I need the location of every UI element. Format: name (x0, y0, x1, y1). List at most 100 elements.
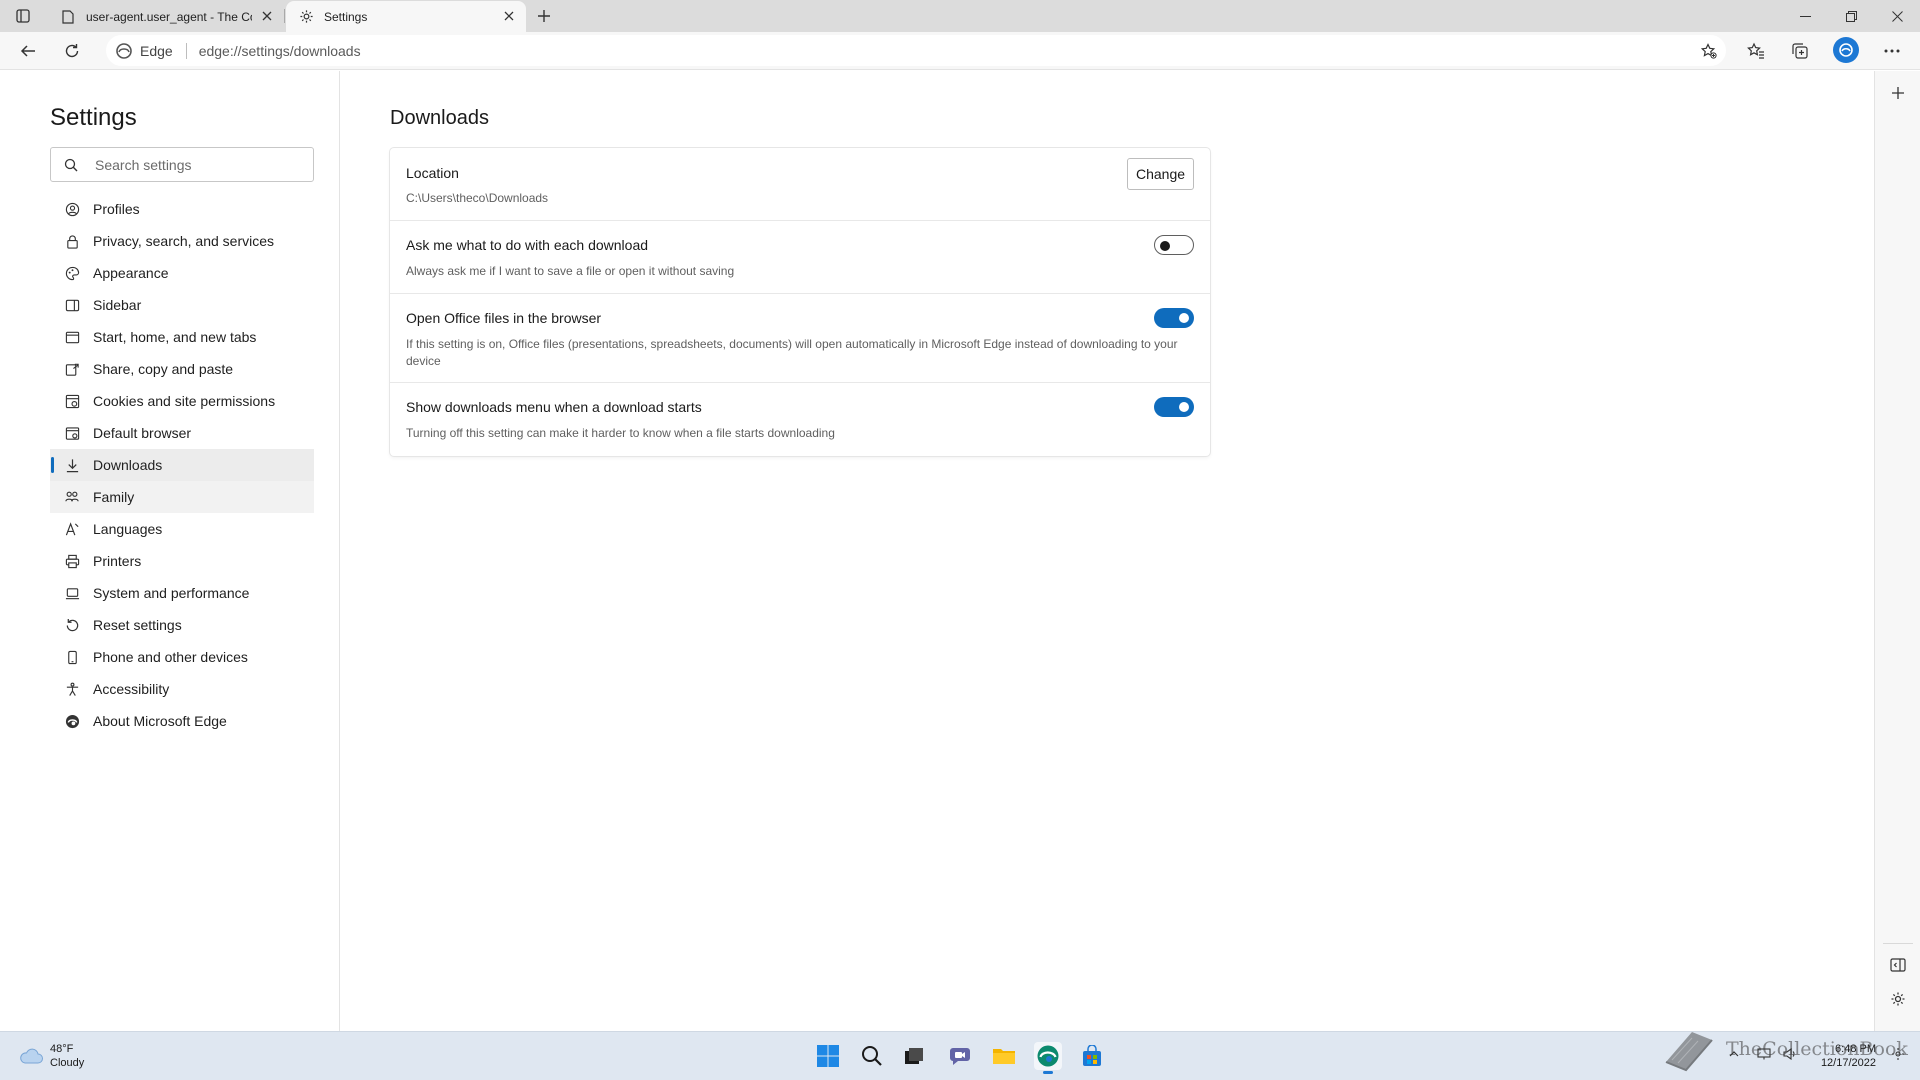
collections-button[interactable] (1789, 40, 1811, 62)
new-tab-button[interactable] (534, 6, 554, 26)
nav-item-accessibility[interactable]: Accessibility (50, 673, 314, 705)
browser-icon (64, 425, 80, 441)
family-icon (64, 489, 80, 505)
profile-avatar-button[interactable] (1833, 37, 1859, 63)
settings-nav-list: Profiles Privacy, search, and services A… (50, 193, 314, 737)
sidebar-divider (1883, 943, 1913, 944)
nav-item-appearance[interactable]: Appearance (50, 257, 314, 289)
nav-item-default-browser[interactable]: Default browser (50, 417, 314, 449)
laptop-icon (64, 585, 80, 601)
settings-title: Settings (50, 104, 137, 131)
phone-icon (64, 649, 80, 665)
nav-item-phone[interactable]: Phone and other devices (50, 641, 314, 673)
language-icon (64, 521, 80, 537)
downloads-menu-desc: Turning off this setting can make it har… (406, 426, 835, 440)
ask-download-desc: Always ask me if I want to save a file o… (406, 264, 735, 278)
profile-icon (64, 201, 80, 217)
ask-download-title: Ask me what to do with each download (406, 237, 649, 253)
nav-item-start-home[interactable]: Start, home, and new tabs (50, 321, 314, 353)
more-menu-button[interactable] (1881, 40, 1903, 62)
nav-item-languages[interactable]: Languages (50, 513, 314, 545)
tab-divider (284, 9, 285, 23)
search-icon (862, 1046, 882, 1066)
ask-download-toggle[interactable] (1154, 235, 1194, 255)
restore-button[interactable] (1828, 0, 1874, 32)
nav-item-sidebar[interactable]: Sidebar (50, 289, 314, 321)
task-view-button[interactable] (900, 1042, 928, 1070)
windows-taskbar: 48°F Cloudy 6:48 PM 12/17/2022 (0, 1031, 1920, 1080)
tab-actions-icon[interactable] (14, 7, 32, 25)
start-button[interactable] (814, 1042, 842, 1070)
chat-icon (950, 1048, 970, 1065)
sidebar-icon (64, 297, 80, 313)
watermark-text: TheCollectionBook (1726, 1038, 1908, 1060)
edge-icon (1037, 1045, 1059, 1067)
hide-sidebar-icon[interactable] (1888, 955, 1908, 975)
downloads-menu-title: Show downloads menu when a download star… (406, 399, 702, 415)
close-tab-icon[interactable] (502, 9, 516, 23)
nav-item-reset[interactable]: Reset settings (50, 609, 314, 641)
nav-item-profiles[interactable]: Profiles (50, 193, 314, 225)
favorites-button[interactable] (1745, 40, 1767, 62)
book-logo-icon (1665, 1032, 1713, 1072)
downloads-menu-toggle[interactable] (1154, 397, 1194, 417)
nav-item-share-copy[interactable]: Share, copy and paste (50, 353, 314, 385)
sidebar-settings-icon[interactable] (1888, 989, 1908, 1009)
store-button[interactable] (1078, 1042, 1106, 1070)
nav-item-cookies[interactable]: Cookies and site permissions (50, 385, 314, 417)
change-location-button[interactable]: Change (1127, 158, 1194, 190)
printer-icon (64, 553, 80, 569)
edge-icon (64, 713, 80, 729)
location-path: C:\Users\theco\Downloads (406, 191, 549, 205)
watermark: TheCollectionBook (1662, 1026, 1908, 1072)
nav-item-downloads[interactable]: Downloads (50, 449, 314, 481)
office-files-row: Open Office files in the browser If this… (390, 294, 1210, 383)
search-settings-box[interactable] (50, 147, 314, 182)
tab-title: Settings (324, 9, 368, 24)
close-window-button[interactable] (1874, 0, 1920, 32)
address-url[interactable]: edge://settings/downloads (199, 43, 361, 59)
refresh-button[interactable] (61, 40, 83, 62)
nav-item-system[interactable]: System and performance (50, 577, 314, 609)
nav-item-printers[interactable]: Printers (50, 545, 314, 577)
office-files-toggle[interactable] (1154, 308, 1194, 328)
nav-item-privacy[interactable]: Privacy, search, and services (50, 225, 314, 257)
downloads-settings-card: Location C:\Users\theco\Downloads Change… (390, 148, 1210, 456)
home-icon (64, 329, 80, 345)
edge-sidebar (1874, 71, 1920, 1031)
search-icon (63, 157, 79, 173)
minimize-button[interactable] (1782, 0, 1828, 32)
file-explorer-button[interactable] (990, 1042, 1018, 1070)
tab-settings[interactable]: Settings (286, 1, 526, 32)
close-tab-icon[interactable] (260, 9, 274, 23)
download-icon (64, 457, 80, 473)
address-label: Edge (140, 42, 173, 59)
windows-icon (817, 1045, 839, 1067)
address-divider (185, 42, 187, 59)
search-settings-input[interactable] (95, 148, 305, 181)
back-button[interactable] (17, 40, 39, 62)
reset-icon (64, 617, 80, 633)
tab-title: user-agent.user_agent - The Coll (86, 9, 252, 24)
accessibility-icon (64, 681, 80, 697)
tab-user-agent[interactable]: user-agent.user_agent - The Coll (48, 1, 284, 32)
edge-taskbar-button[interactable] (1034, 1042, 1062, 1074)
chat-app-button[interactable] (946, 1042, 974, 1070)
edge-icon (116, 42, 132, 59)
gear-icon (298, 9, 314, 25)
share-icon (64, 361, 80, 377)
browser-toolbar: Edge edge://settings/downloads (0, 32, 1920, 70)
sidebar-add-icon[interactable] (1888, 83, 1908, 103)
address-bar[interactable]: Edge edge://settings/downloads (106, 35, 1726, 66)
add-favorite-icon[interactable] (1700, 42, 1718, 60)
nav-item-family[interactable]: Family (50, 481, 314, 513)
tab-strip: user-agent.user_agent - The Coll Setting… (0, 0, 1920, 32)
task-view-icon (905, 1048, 923, 1064)
location-title: Location (406, 165, 459, 181)
office-files-desc: If this setting is on, Office files (pre… (406, 337, 1178, 368)
taskbar-search-button[interactable] (858, 1042, 886, 1070)
weather-temp: 48°F (50, 1043, 74, 1055)
lock-icon (64, 233, 80, 249)
nav-item-about[interactable]: About Microsoft Edge (50, 705, 314, 737)
weather-widget[interactable]: 48°F Cloudy (18, 1042, 84, 1070)
